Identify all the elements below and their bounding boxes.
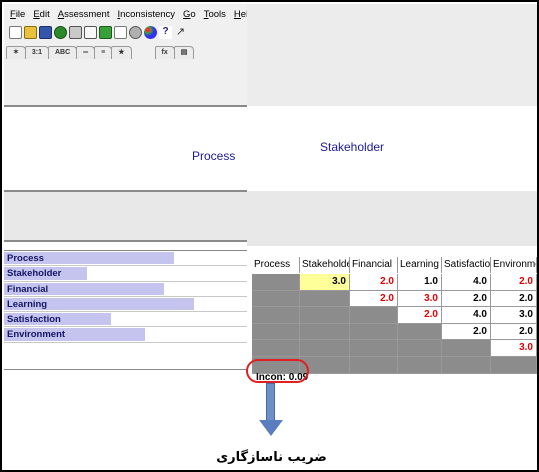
toolbar-area: File Edit Assessment Inconsistency Go To… — [4, 4, 253, 106]
criteria-label: Stakeholder — [7, 268, 62, 280]
tab-direct[interactable]: ★ — [111, 46, 132, 59]
matrix-column-header: Learning — [398, 257, 442, 273]
matrix-cell[interactable]: 2.0 — [491, 323, 537, 341]
left-spacer-pane — [4, 191, 247, 241]
criteria-row[interactable]: Environment — [4, 327, 247, 343]
matrix-cell — [350, 340, 398, 357]
matrix-cell — [300, 307, 350, 324]
highlight-circle — [246, 359, 309, 383]
criteria-label: Process — [7, 253, 44, 264]
matrix-column-header: Environmer — [491, 257, 537, 273]
matrix-cell[interactable]: 3.0 — [300, 274, 350, 291]
menu-inconsistency[interactable]: Inconsistency — [117, 9, 175, 23]
matrix-cell — [350, 357, 398, 374]
down-arrow-shaft — [266, 383, 275, 421]
matrix-cell — [350, 307, 398, 324]
menu-go[interactable]: Go — [183, 9, 196, 23]
matrix-column-header: Process — [252, 257, 300, 273]
right-spacer-pane — [247, 191, 537, 246]
matrix-column-header: Financial — [350, 257, 398, 273]
tab-graphical[interactable]: ═ — [76, 46, 96, 59]
tab-numerical[interactable]: 3:1 — [24, 46, 49, 59]
criteria-label: Learning — [7, 298, 48, 310]
mode-tabs: ✶ 3:1 ABC ═ ≡ ★ fx ▤ — [6, 45, 246, 59]
toolbar-empty-area — [247, 4, 537, 106]
right-node-label: Stakeholder — [320, 140, 385, 154]
chart-icon[interactable] — [114, 26, 127, 39]
tab-verbal[interactable]: ABC — [48, 46, 78, 59]
matrix-cell[interactable]: 2.0 — [491, 290, 537, 308]
comparison-right-pane — [247, 106, 537, 191]
matrix-cell[interactable]: 3.0 — [491, 307, 537, 324]
matrix-cell[interactable]: 2.0 — [442, 290, 491, 308]
matrix-cell[interactable]: 2.0 — [350, 290, 398, 308]
tab-formula[interactable]: fx — [154, 46, 175, 59]
criteria-label: Financial — [7, 283, 49, 295]
matrix-cell[interactable]: 2.0 — [350, 274, 398, 291]
matrix-cell[interactable]: 3.0 — [491, 340, 537, 357]
matrix-cell[interactable]: 1.0 — [398, 274, 442, 291]
criteria-label: Environment — [7, 329, 66, 341]
matrix-cell[interactable]: 4.0 — [442, 307, 491, 324]
matrix-cell — [300, 323, 350, 341]
tab-tree[interactable]: ✶ — [6, 46, 26, 59]
matrix-cell[interactable]: 2.0 — [442, 323, 491, 341]
matrix-cell[interactable]: 2.0 — [491, 274, 537, 291]
expert-choice-window: File Edit Assessment Inconsistency Go To… — [4, 4, 537, 408]
criteria-list: Process Stakeholder Financial Learning S… — [4, 250, 247, 370]
matrix-cell — [252, 340, 300, 357]
matrix-cell — [350, 323, 398, 341]
save-icon[interactable] — [39, 26, 52, 39]
matrix-cell[interactable]: 4.0 — [442, 274, 491, 291]
menu-bar: File Edit Assessment Inconsistency Go To… — [10, 9, 253, 23]
matrix-cell — [398, 357, 442, 374]
open-folder-icon[interactable] — [24, 26, 37, 39]
down-arrow-icon — [259, 420, 283, 436]
divider — [4, 240, 247, 242]
tab-questionnaire[interactable]: ≡ — [94, 46, 113, 59]
criteria-row[interactable]: Financial — [4, 282, 247, 297]
matrix-cell — [252, 290, 300, 308]
matrix-cell — [252, 307, 300, 324]
criteria-label: Satisfaction — [7, 314, 61, 326]
matrix-column-header: Stakeholde — [300, 257, 350, 273]
criteria-row[interactable]: Process — [4, 251, 247, 267]
criteria-row[interactable]: Learning — [4, 297, 247, 313]
color-wheel-icon[interactable] — [144, 26, 157, 39]
criteria-row[interactable]: Stakeholder — [4, 266, 247, 282]
criteria-row[interactable]: Satisfaction — [4, 312, 247, 328]
menu-assessment[interactable]: Assessment — [58, 9, 110, 23]
menu-file[interactable]: File — [10, 9, 25, 23]
matrix-cell — [252, 274, 300, 291]
inconsistency-caption: ضریب ناسازگاری — [216, 450, 327, 465]
matrix-cell[interactable]: 2.0 — [398, 307, 442, 324]
arrow-icon[interactable]: ↗ — [174, 26, 187, 39]
matrix-cell — [442, 340, 491, 357]
tab-data-grid[interactable]: ▤ — [173, 46, 195, 59]
icon-toolbar: ? ↗ — [9, 26, 187, 42]
matrix-cell — [491, 357, 537, 374]
matrix-cell — [398, 323, 442, 341]
menu-tools[interactable]: Tools — [204, 9, 226, 23]
screenshot-frame: File Edit Assessment Inconsistency Go To… — [0, 0, 539, 472]
matrix-cell — [398, 340, 442, 357]
matrix-cell — [442, 357, 491, 374]
matrix-cell[interactable]: 3.0 — [398, 290, 442, 308]
matrix-cell — [300, 340, 350, 357]
check-icon[interactable] — [54, 26, 67, 39]
new-icon[interactable] — [9, 26, 22, 39]
left-node-label: Process — [192, 149, 236, 163]
gear-icon[interactable] — [129, 26, 142, 39]
divider — [4, 190, 247, 192]
divider — [4, 105, 247, 107]
matrix-column-header: Satisfactior — [442, 257, 491, 273]
print-icon[interactable] — [69, 26, 82, 39]
matrix-cell — [252, 323, 300, 341]
matrix-cell — [300, 290, 350, 308]
print-preview-icon[interactable] — [84, 26, 97, 39]
green-icon[interactable] — [99, 26, 112, 39]
help-icon[interactable]: ? — [159, 26, 172, 39]
menu-edit[interactable]: Edit — [33, 9, 49, 23]
